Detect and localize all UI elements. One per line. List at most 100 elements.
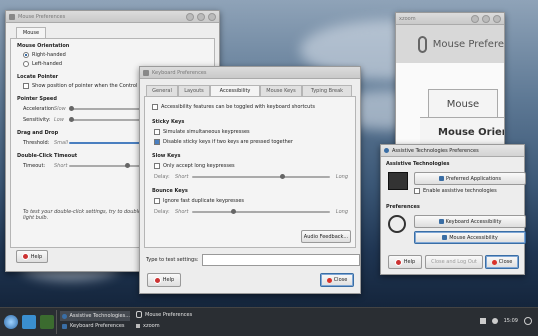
assistive-help-button[interactable]: Help <box>388 255 422 269</box>
bounce-delay-label: Delay: <box>154 209 170 215</box>
enable-assistive-checkbox[interactable]: Enable assistive technologies <box>414 188 497 194</box>
ignore-duplicate-label: Ignore fast duplicate keypresses <box>163 198 245 204</box>
tab-mouse[interactable]: Mouse <box>16 27 46 38</box>
mouse-app-icon <box>9 13 15 20</box>
mouse-icon <box>442 235 448 240</box>
preferred-apps-icon <box>438 176 444 181</box>
taskbar: Assistive Technologies... Keyboard Prefe… <box>0 307 538 336</box>
help-icon <box>394 258 402 266</box>
disable-sticky-checkbox[interactable]: Disable sticky keys if two keys are pres… <box>154 139 348 145</box>
keyboard-icon <box>438 219 444 224</box>
keyboard-help-button[interactable]: Help <box>147 273 181 287</box>
minimize-icon[interactable] <box>186 12 194 21</box>
keyboard-accessibility-label: Keyboard Accessibility <box>445 218 502 225</box>
keyboard-preferences-titlebar[interactable]: Keyboard Preferences <box>140 67 360 79</box>
close-label: Close <box>333 277 348 283</box>
slider-knob[interactable] <box>69 106 74 111</box>
assistive-technologies-window: Assistive Technologies Preferences Assis… <box>380 144 526 275</box>
help-label: Help <box>30 253 43 260</box>
slow-delay-min: Short <box>175 174 189 180</box>
mouse-preferences-titlebar[interactable]: Mouse Preferences <box>6 11 219 23</box>
taskbar-item-keyboard[interactable]: Keyboard Preferences <box>60 323 125 329</box>
slider-knob[interactable] <box>69 117 74 122</box>
radio-icon <box>23 61 29 67</box>
accessibility-person-icon <box>388 215 406 233</box>
mouse-accessibility-button[interactable]: Mouse Accessibility <box>414 231 526 244</box>
zoomed-tab-label: Mouse <box>446 98 480 110</box>
checkbox-icon <box>154 198 160 204</box>
assistive-close-button[interactable]: Close <box>485 255 519 269</box>
toggle-shortcuts-checkbox[interactable]: Accessibility features can be toggled wi… <box>152 104 348 110</box>
simulate-keypresses-checkbox[interactable]: Simulate simultaneous keypresses <box>154 129 348 135</box>
assistive-tech-heading: Assistive Technologies <box>386 161 450 167</box>
bounce-keys-delay-slider[interactable] <box>192 209 330 214</box>
keyboard-close-button[interactable]: Close <box>320 273 354 287</box>
help-icon <box>153 276 161 284</box>
checkbox-icon <box>154 163 160 169</box>
accessibility-icon <box>62 313 67 319</box>
timeout-label: Timeout: <box>23 163 46 169</box>
threshold-min-label: Small <box>54 140 68 146</box>
preferred-applications-button[interactable]: Preferred Applications <box>414 172 526 185</box>
right-handed-radio[interactable]: Right-handed <box>23 52 208 58</box>
tab-general[interactable]: General <box>146 85 178 96</box>
system-tray: 15:09 <box>479 317 532 325</box>
mouse-orientation-heading: Mouse Orientation <box>17 43 70 49</box>
bounce-delay-min: Short <box>175 209 189 215</box>
ignore-duplicate-checkbox[interactable]: Ignore fast duplicate keypresses <box>154 198 348 204</box>
long-keypresses-checkbox[interactable]: Only accept long keypresses <box>154 163 348 169</box>
tab-accessibility[interactable]: Accessibility <box>210 85 260 96</box>
close-logout-label: Close and Log Out <box>431 259 477 265</box>
clock[interactable]: 15:09 <box>504 318 518 324</box>
help-icon <box>21 253 29 260</box>
close-icon[interactable] <box>208 12 216 21</box>
close-icon <box>326 277 332 283</box>
slider-knob[interactable] <box>279 174 285 179</box>
test-settings-input[interactable] <box>202 254 360 266</box>
assistive-titlebar[interactable]: Assistive Technologies Preferences <box>381 145 524 157</box>
audio-feedback-button[interactable]: Audio Feedback... <box>301 230 351 243</box>
left-handed-label: Left-handed <box>32 61 63 67</box>
threshold-label: Threshold: <box>23 140 50 146</box>
maximize-icon[interactable] <box>197 12 205 21</box>
close-and-logout-button[interactable]: Close and Log Out <box>425 255 483 269</box>
audio-feedback-label: Audio Feedback... <box>303 233 349 240</box>
slow-delay-label: Delay: <box>154 174 170 180</box>
taskbar-item-mouse[interactable]: Mouse Preferences <box>134 311 192 318</box>
slow-keys-delay-slider[interactable] <box>192 174 330 179</box>
enable-assistive-label: Enable assistive technologies <box>423 188 497 194</box>
checkbox-checked-icon <box>154 139 160 145</box>
slider-knob[interactable] <box>231 209 237 214</box>
tab-typing-break[interactable]: Typing Break <box>302 85 352 96</box>
mouse-icon <box>418 35 427 53</box>
double-click-test-text: To test your double-click settings, try … <box>23 209 146 221</box>
volume-icon[interactable] <box>491 318 498 324</box>
taskbar-item-label: Assistive Technologies... <box>69 313 131 319</box>
maximize-icon[interactable] <box>482 14 490 23</box>
taskbar-item-assistive[interactable]: Assistive Technologies... <box>60 311 130 321</box>
file-manager-icon[interactable] <box>22 315 36 329</box>
sensitivity-label: Sensitivity: <box>23 117 51 123</box>
tab-layouts[interactable]: Layouts <box>178 85 210 96</box>
help-label: Help <box>162 277 175 283</box>
bounce-delay-max: Long <box>335 209 348 215</box>
tab-mouse-keys[interactable]: Mouse Keys <box>260 85 302 96</box>
acceleration-min-label: Slow <box>54 106 66 112</box>
close-icon <box>491 259 497 265</box>
taskbar-item-xzoom[interactable]: xzoom <box>134 323 160 329</box>
xzoom-icon <box>136 324 140 328</box>
keyboard-accessibility-button[interactable]: Keyboard Accessibility <box>414 215 526 228</box>
checkbox-icon <box>23 83 29 89</box>
close-icon[interactable] <box>493 14 501 23</box>
power-icon[interactable] <box>524 317 532 325</box>
xzoom-titlebar[interactable]: xzoom <box>396 13 504 25</box>
slow-keys-heading: Slow Keys <box>152 153 181 159</box>
network-icon[interactable] <box>479 318 486 324</box>
slider-knob[interactable] <box>124 163 130 168</box>
start-menu-icon[interactable] <box>4 315 18 329</box>
terminal-icon[interactable] <box>40 315 54 329</box>
minimize-icon[interactable] <box>471 14 479 23</box>
slow-delay-max: Long <box>335 174 348 180</box>
mouse-help-button[interactable]: Help <box>16 250 48 263</box>
taskbar-item-label: xzoom <box>143 323 160 329</box>
